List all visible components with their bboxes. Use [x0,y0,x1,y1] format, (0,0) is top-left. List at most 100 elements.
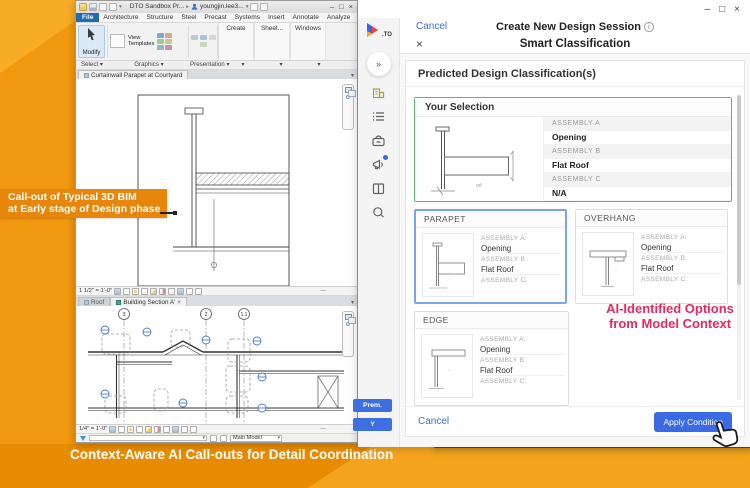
splitter-handle[interactable]: — [320,426,326,432]
minimize-button[interactable]: – [330,2,334,11]
redo-icon[interactable] [109,3,117,11]
info-icon[interactable]: i [644,22,654,32]
inbox-icon[interactable] [371,133,386,148]
detail-level-icon[interactable] [109,426,116,433]
graphics-panel-label[interactable]: Graphics ▾ [108,61,190,68]
rendering-icon[interactable] [150,288,157,295]
shadows-icon[interactable] [136,426,143,433]
filter-icon[interactable] [80,436,86,441]
main-model-dropdown[interactable]: Main Model [230,435,282,442]
tab-insert[interactable]: Insert [264,13,289,22]
temporary-hide-icon[interactable] [172,426,179,433]
drawing-area-section[interactable]: 3 2 1.1 [76,306,357,425]
design-option-combo[interactable] [89,435,207,441]
crop-view-icon[interactable] [159,288,166,295]
crop-region-icon[interactable] [163,426,170,433]
visual-style-icon[interactable] [123,288,130,295]
sheet-collapse-arrow[interactable]: ▾ [262,61,300,68]
temporary-hide-icon[interactable] [177,288,184,295]
chat-search-icon[interactable] [371,205,386,220]
store-icon[interactable] [250,3,258,11]
list-icon[interactable] [371,109,386,124]
shadows-icon[interactable] [141,288,148,295]
tab-architecture[interactable]: Architecture [99,13,142,22]
scale-label[interactable]: 1/4" = 1'-0" [79,426,107,432]
sidebar-expand-button[interactable]: » [367,52,391,76]
ribbon-icon[interactable] [157,33,164,38]
open-icon[interactable] [79,3,87,11]
sun-path-icon[interactable] [132,288,139,295]
scrollbar-thumb[interactable] [737,95,741,285]
sun-path-icon[interactable] [127,426,134,433]
help-icon[interactable] [260,3,268,11]
scale-label[interactable]: 1 1/2" = 1'-0" [79,288,112,294]
close-button[interactable]: × [734,4,740,15]
option-card-parapet[interactable]: PARAPET · [414,209,567,304]
select-panel-label[interactable]: Select ▾ [76,61,108,68]
view-tab-building-section[interactable]: Building Section A' × [110,297,187,306]
ribbon-icon[interactable] [209,35,216,40]
cancel-button[interactable]: Cancel [418,416,449,427]
ribbon-icon[interactable] [157,39,164,44]
cancel-session-link[interactable]: Cancel [416,21,447,32]
create-collapse-arrow[interactable]: ▾ [224,61,262,68]
ribbon-icon[interactable] [165,39,172,44]
view-tab-overflow-icon[interactable]: ▾ [348,299,357,306]
drawing-area-parapet[interactable] [76,79,357,287]
signed-in-user[interactable]: youngjin.lee3... [200,3,244,10]
ribbon-icon[interactable] [200,42,207,47]
qat-expand-icon[interactable]: ▾ [119,4,122,10]
view-tab-curtainwall[interactable]: Curtainwall Parapet at Courtyard [78,70,188,79]
create-panel[interactable]: Create [218,23,254,60]
windows-collapse-arrow[interactable]: ▾ [300,61,338,68]
tab-precast[interactable]: Precast [200,13,230,22]
maximize-button[interactable]: □ [339,2,344,11]
model-icon[interactable] [371,85,386,100]
ribbon-icon[interactable] [157,45,164,50]
tab-structure[interactable]: Structure [143,13,178,22]
view-tab-roof[interactable]: Roof [78,297,110,306]
select-toggle-icon[interactable] [220,435,227,442]
navigation-bar[interactable] [342,84,354,130]
ribbon-icon[interactable] [165,33,172,38]
tab-steel[interactable]: Steel [177,13,200,22]
constraints-icon[interactable] [190,426,197,433]
tab-annotate[interactable]: Annotate [288,13,322,22]
crop-region-icon[interactable] [168,288,175,295]
y-button[interactable]: Y [353,418,392,431]
crop-view-icon[interactable] [154,426,161,433]
constraints-icon[interactable] [195,288,202,295]
splitter-handle[interactable]: — [320,288,326,294]
reveal-hidden-icon[interactable] [186,288,193,295]
windows-panel[interactable]: Windows [290,23,326,60]
prem-button[interactable]: Prem. [353,399,392,412]
minimize-button[interactable]: – [705,4,711,15]
undo-icon[interactable] [99,3,107,11]
ribbon-icon[interactable] [191,35,198,40]
announcement-icon[interactable] [371,157,386,172]
option-card-edge[interactable]: EDGE – [414,311,569,406]
ribbon-icon[interactable] [165,45,172,50]
view-templates-group[interactable]: View Templates [108,23,188,60]
tab-systems[interactable]: Systems [231,13,264,22]
tab-file[interactable]: File [76,13,99,22]
save-icon[interactable] [89,3,97,11]
ribbon-icon[interactable] [200,35,207,40]
presentation-panel-label[interactable]: Presentation ▾ [190,61,224,68]
presentation-group[interactable] [189,23,217,60]
sheet-panel[interactable]: Sheet... [254,23,290,60]
detail-level-icon[interactable] [114,288,121,295]
maximize-button[interactable]: □ [719,4,725,15]
steering-wheel-icon[interactable] [345,87,352,93]
user-menu-arrow[interactable]: ▾ [246,4,249,10]
tab-analyze[interactable]: Analyze [323,13,354,22]
reveal-hidden-icon[interactable] [181,426,188,433]
editable-only-icon[interactable] [210,435,217,442]
modify-button[interactable]: Modify [78,25,105,58]
visual-style-icon[interactable] [118,426,125,433]
split-view-icon[interactable] [371,181,386,196]
option-card-overhang[interactable]: OVERHANG – [575,209,728,304]
panel-scrollbar[interactable] [737,95,741,400]
rendering-icon[interactable] [145,426,152,433]
close-view-icon[interactable]: × [177,299,181,306]
